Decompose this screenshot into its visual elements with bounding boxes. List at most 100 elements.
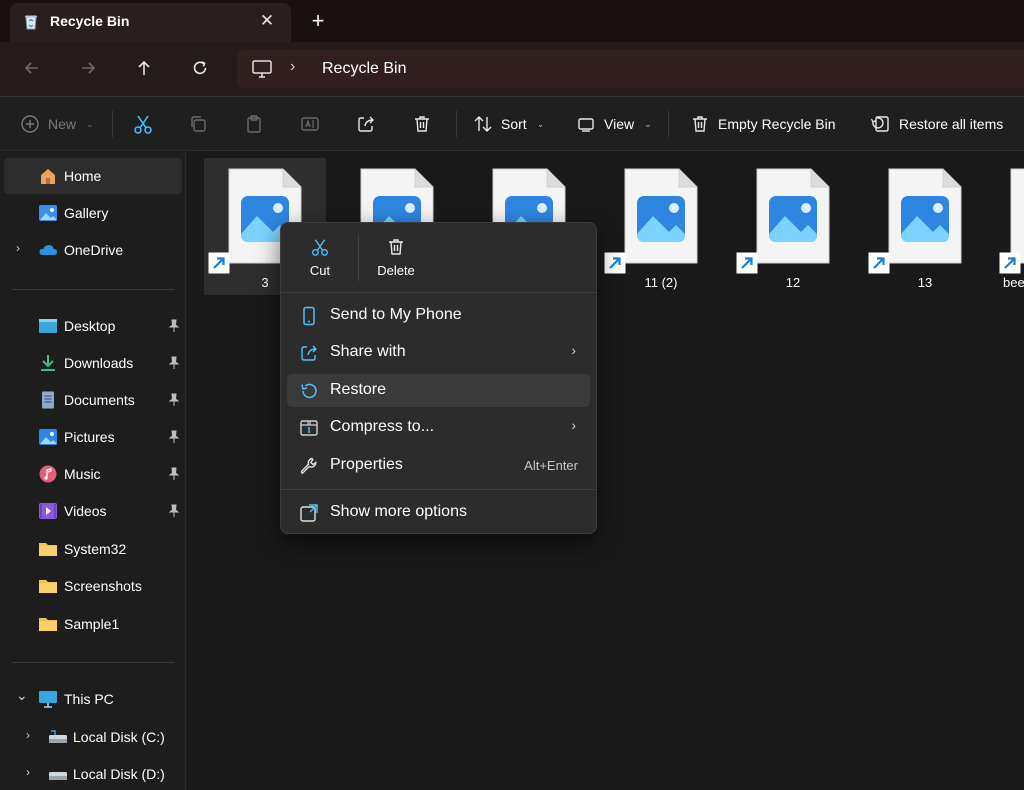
sidebar-item-onedrive[interactable]: › OneDrive	[4, 232, 182, 268]
back-arrow-icon	[24, 62, 38, 74]
close-tab-button[interactable]: ✕	[257, 11, 277, 31]
back-button[interactable]	[18, 54, 46, 82]
recycle-bin-icon	[25, 15, 37, 30]
file-name: bee	[1003, 275, 1024, 290]
breadcrumb-recycle-bin[interactable]: Recycle Bin	[322, 60, 406, 78]
gallery-icon	[39, 205, 57, 221]
sidebar-item-sample1[interactable]: Sample1	[4, 606, 182, 642]
file-item-12[interactable]: 12	[732, 158, 854, 295]
image-file-icon	[624, 168, 698, 264]
file-name: 11 (2)	[644, 275, 678, 290]
share-with-item[interactable]: Share with ›	[287, 336, 590, 369]
view-button[interactable]: View ⌄	[576, 109, 652, 139]
file-item-partial[interactable]: bee cti	[996, 158, 1024, 295]
pc-icon	[252, 60, 272, 78]
send-to-phone-label: Send to My Phone	[330, 306, 462, 323]
share-button[interactable]	[356, 109, 376, 139]
pin-icon[interactable]	[168, 504, 180, 518]
sidebar-label: OneDrive	[64, 242, 124, 258]
navigation-bar: › Recycle Bin	[0, 42, 1024, 97]
empty-recycle-bin-label: Empty Recycle Bin	[718, 116, 836, 132]
videos-icon	[39, 503, 57, 519]
sidebar-item-pictures[interactable]: Pictures	[4, 419, 182, 455]
address-bar[interactable]: › Recycle Bin	[237, 50, 1024, 88]
rename-icon	[301, 117, 319, 131]
compress-to-item[interactable]: Compress to... ›	[287, 411, 590, 444]
sidebar-item-videos[interactable]: Videos	[4, 493, 182, 529]
trash-icon	[693, 116, 707, 132]
sidebar-item-desktop[interactable]: Desktop	[4, 308, 182, 344]
archive-icon	[300, 420, 318, 436]
rename-button[interactable]	[300, 109, 320, 139]
file-item-11-2[interactable]: 11 (2)	[600, 158, 722, 295]
new-label: New	[48, 116, 77, 132]
context-menu: Cut Delete Send to My Phone Share with ›…	[280, 222, 597, 534]
sidebar-item-local-disk-d[interactable]: › Local Disk (D:)	[4, 756, 182, 790]
sidebar-item-this-pc[interactable]: ⌄ This PC	[4, 681, 182, 717]
delete-button[interactable]	[412, 109, 432, 139]
pc-icon	[39, 691, 57, 708]
folder-icon	[39, 543, 57, 556]
forward-button[interactable]	[74, 54, 102, 82]
cut-button[interactable]	[132, 109, 154, 139]
chevron-down-icon[interactable]: ⌄	[16, 687, 28, 704]
sidebar-label: Sample1	[64, 616, 120, 632]
sidebar-item-music[interactable]: Music	[4, 456, 182, 492]
navigation-pane: Home Gallery › OneDrive Desktop Download…	[0, 151, 186, 790]
scissors-icon	[312, 239, 328, 256]
new-button[interactable]: New ⌄	[20, 109, 94, 139]
show-more-options-item[interactable]: Show more options	[287, 496, 590, 529]
toolbar-divider	[456, 111, 457, 137]
restore-all-icon	[870, 116, 889, 132]
refresh-button[interactable]	[186, 54, 214, 82]
context-cut-button[interactable]: Cut	[283, 231, 357, 287]
delete-label: Delete	[377, 263, 415, 278]
copy-icon	[191, 116, 206, 132]
pin-icon[interactable]	[168, 319, 180, 333]
pin-icon[interactable]	[168, 393, 180, 407]
tab-recycle-bin[interactable]: Recycle Bin ✕	[10, 3, 291, 42]
sidebar-item-local-disk-c[interactable]: › Local Disk (C:)	[4, 719, 182, 755]
sidebar-item-gallery[interactable]: Gallery	[4, 195, 182, 231]
sidebar-label: Pictures	[64, 429, 115, 445]
new-tab-button[interactable]: +	[305, 9, 331, 35]
more-options-icon	[300, 504, 318, 522]
share-icon	[358, 116, 374, 132]
sidebar-item-home[interactable]: Home	[4, 158, 182, 194]
chevron-right-icon[interactable]: ›	[26, 728, 30, 742]
empty-recycle-bin-button[interactable]: Empty Recycle Bin	[690, 109, 835, 139]
sidebar-label: Local Disk (D:)	[73, 766, 165, 782]
chevron-right-icon[interactable]: ›	[26, 765, 30, 779]
sidebar-label: Desktop	[64, 318, 116, 334]
documents-icon	[42, 391, 54, 409]
chevron-down-icon: ⌄	[536, 118, 545, 129]
restore-item[interactable]: Restore	[287, 374, 590, 407]
copy-button[interactable]	[188, 109, 208, 139]
sidebar-item-system32[interactable]: System32	[4, 531, 182, 567]
share-icon	[301, 345, 317, 361]
restore-all-button[interactable]: Restore all items	[869, 109, 1003, 139]
properties-item[interactable]: Properties Alt+Enter	[287, 449, 590, 482]
paste-button[interactable]	[244, 109, 264, 139]
send-to-phone-item[interactable]: Send to My Phone	[287, 299, 590, 332]
file-item-13[interactable]: 13	[864, 158, 986, 295]
context-delete-button[interactable]: Delete	[359, 231, 433, 287]
sort-button[interactable]: Sort ⌄	[473, 109, 544, 139]
up-button[interactable]	[130, 54, 158, 82]
sidebar-label: Local Disk (C:)	[73, 729, 165, 745]
sidebar-item-downloads[interactable]: Downloads	[4, 345, 182, 381]
restore-icon	[301, 383, 317, 399]
home-icon	[41, 169, 55, 184]
download-icon	[41, 355, 55, 371]
sidebar-item-screenshots[interactable]: Screenshots	[4, 568, 182, 604]
sidebar-label: Downloads	[64, 355, 134, 371]
chevron-right-icon[interactable]: ›	[16, 241, 20, 255]
view-icon	[578, 118, 594, 132]
tab-title: Recycle Bin	[50, 13, 130, 29]
file-name-line2: cti	[1007, 293, 1020, 295]
pin-icon[interactable]	[168, 356, 180, 370]
chevron-down-icon: ⌄	[86, 118, 94, 129]
pin-icon[interactable]	[168, 467, 180, 481]
pin-icon[interactable]	[168, 430, 180, 444]
sidebar-item-documents[interactable]: Documents	[4, 382, 182, 418]
